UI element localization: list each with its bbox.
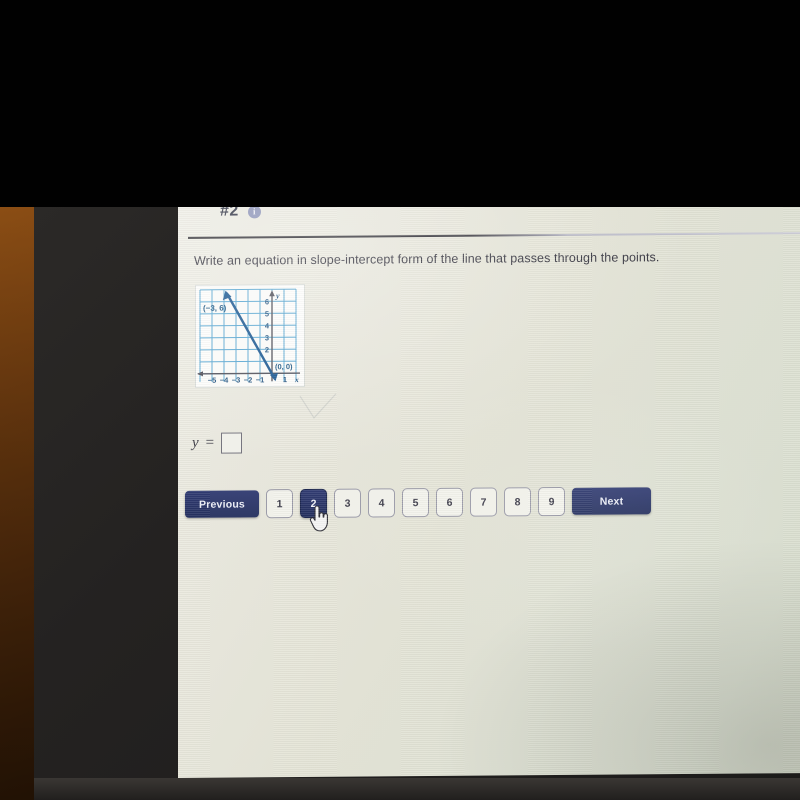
y-axis-label: y	[275, 291, 280, 300]
x-tick-neg3: −3	[232, 376, 241, 385]
x-axis-label: x	[294, 375, 299, 384]
page-button-3[interactable]: 3	[334, 488, 361, 518]
previous-button[interactable]: Previous	[185, 490, 259, 518]
y-tick-5: 5	[265, 309, 269, 318]
photo-crop-band	[0, 0, 800, 207]
y-tick-3: 3	[265, 333, 269, 342]
page-button-5[interactable]: 5	[402, 488, 429, 518]
page-button-4[interactable]: 4	[368, 488, 395, 518]
x-tick-1: 1	[283, 375, 287, 384]
page-button-1[interactable]: 1	[266, 489, 293, 519]
laptop-bottom-bezel	[34, 778, 800, 800]
y-axis-arrow	[269, 290, 275, 297]
coordinate-grid-svg: 6 5 4 3 2 −5 −4 −3 −2 −1 1 y x (−3, 6) (…	[197, 288, 300, 385]
y-tick-4: 4	[265, 321, 270, 330]
y-tick-labels: 6 5 4 3 2	[265, 297, 270, 354]
y-tick-6: 6	[265, 297, 269, 306]
page-button-6[interactable]: 6	[436, 487, 463, 517]
page-button-8[interactable]: 8	[504, 487, 531, 517]
x-tick-neg1: −1	[256, 375, 265, 384]
graph-figure: 6 5 4 3 2 −5 −4 −3 −2 −1 1 y x (−3, 6) (…	[196, 285, 304, 387]
point-label-b: (0, 0)	[275, 362, 293, 371]
background-wall	[0, 207, 34, 800]
page-button-9[interactable]: 9	[538, 486, 565, 517]
question-prompt: Write an equation in slope-intercept for…	[194, 250, 660, 268]
answer-variable: y	[192, 434, 199, 451]
point-label-a: (−3, 6)	[203, 304, 227, 313]
answer-row: y =	[192, 432, 243, 454]
y-tick-2: 2	[265, 345, 269, 354]
x-tick-neg4: −4	[220, 376, 229, 385]
page-button-7[interactable]: 7	[470, 487, 497, 517]
answer-input[interactable]	[221, 432, 243, 454]
laptop-screen-photo: #2 i Write an equation in slope-intercep…	[0, 0, 800, 800]
pagination-bar: Previous 1 2 3 4 5 6 7 8 9 Next	[185, 486, 651, 519]
answer-equals-sign: =	[205, 434, 215, 451]
x-tick-neg2: −2	[244, 375, 253, 384]
page-button-2[interactable]: 2	[300, 488, 327, 519]
screen-smudge	[299, 393, 337, 419]
browser-page: #2 i Write an equation in slope-intercep…	[178, 202, 800, 778]
header-divider	[188, 232, 800, 239]
x-tick-neg5: −5	[208, 376, 217, 385]
next-button[interactable]: Next	[572, 487, 651, 515]
